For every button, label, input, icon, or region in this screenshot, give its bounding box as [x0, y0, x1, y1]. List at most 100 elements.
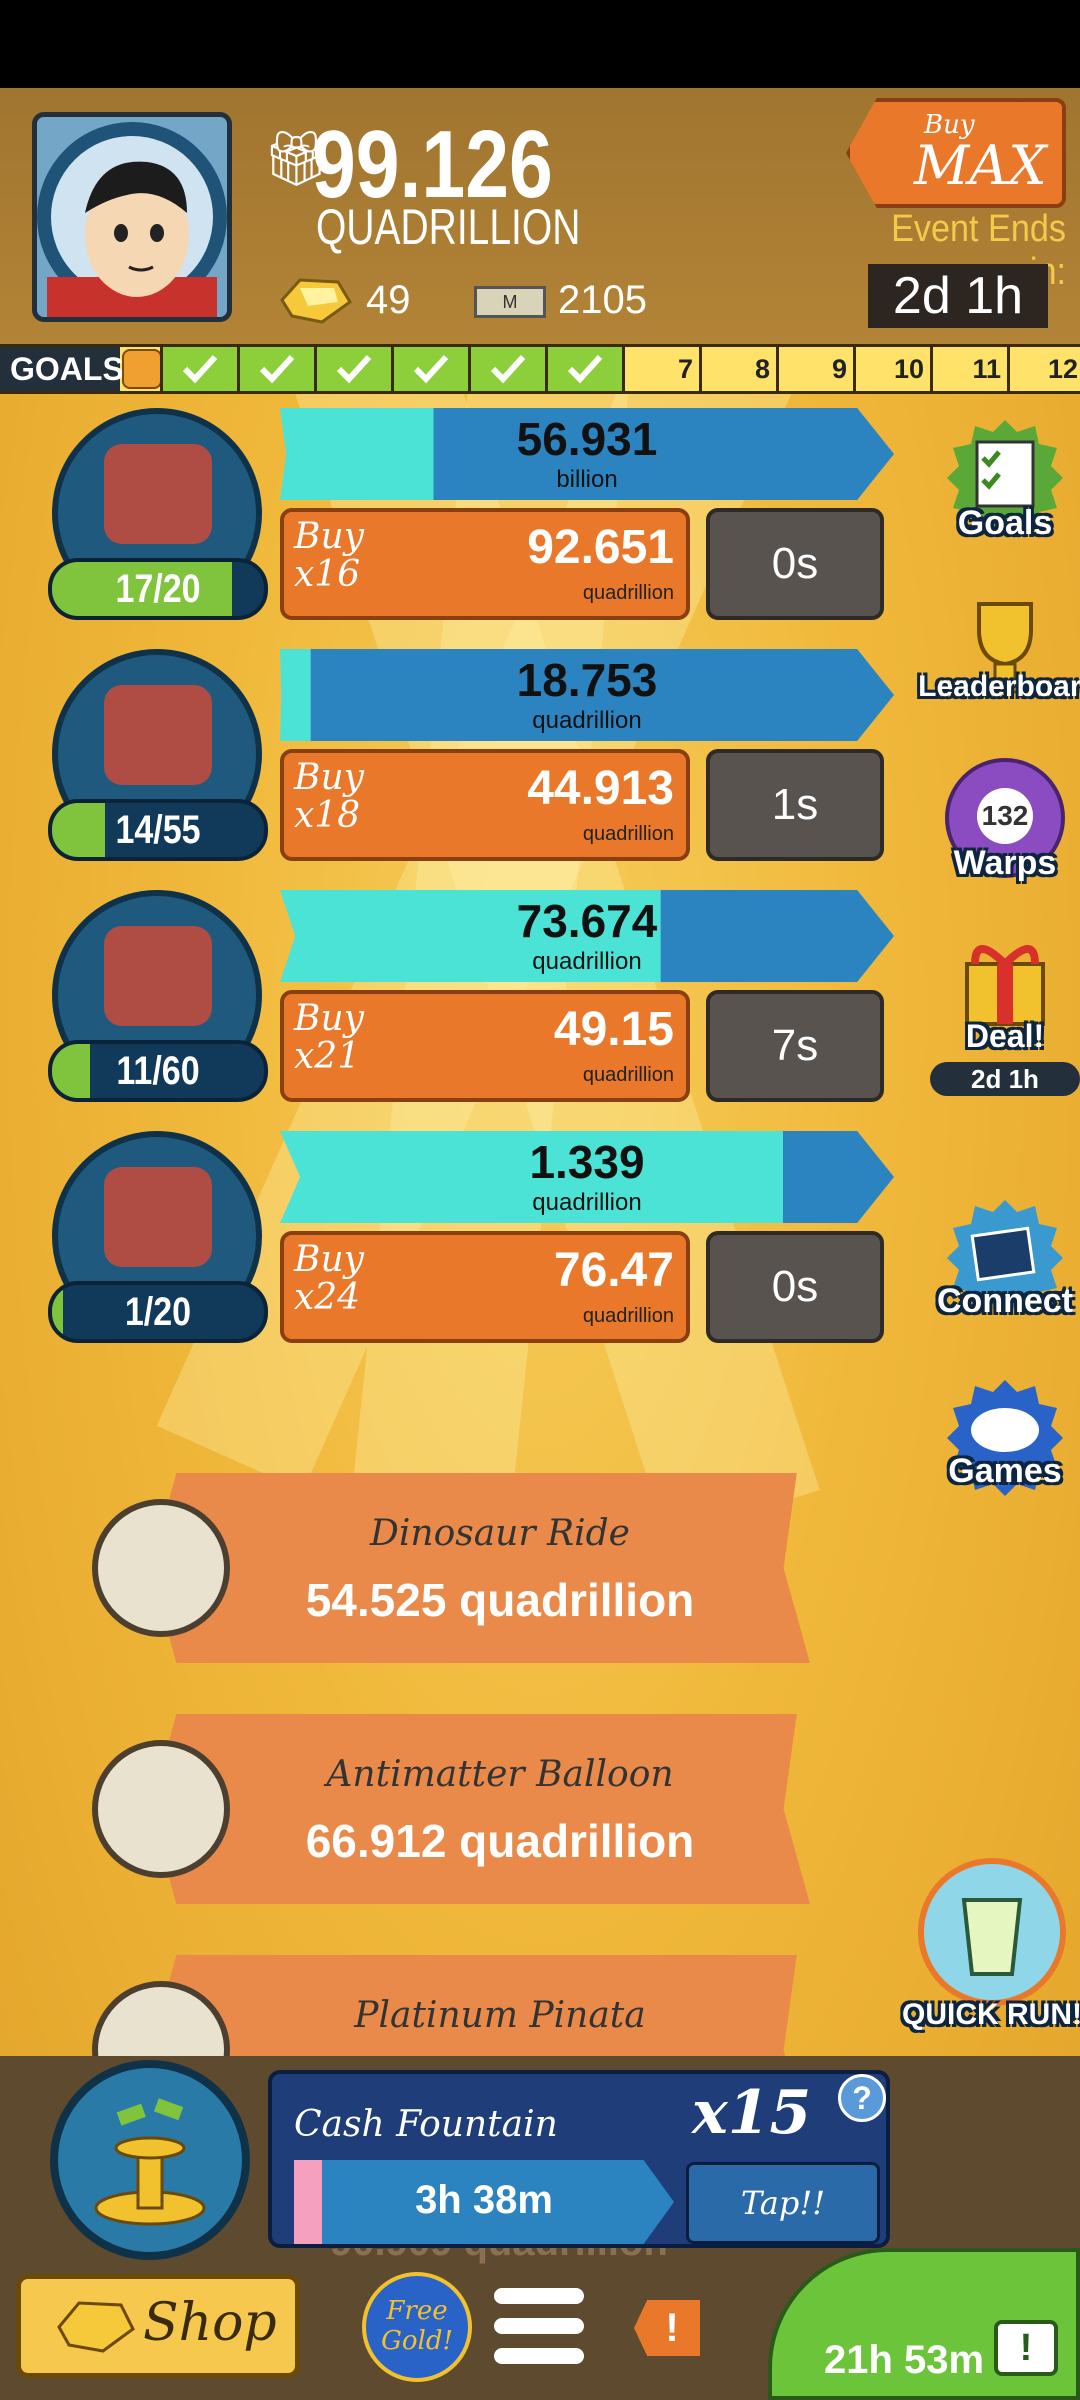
- hotdog-platter-icon: [104, 926, 212, 1026]
- goal-complete-check-icon: [545, 347, 622, 391]
- goals-side-button[interactable]: Goals: [930, 418, 1080, 568]
- business-timer: 0s: [706, 508, 884, 620]
- warps-label: Warps: [953, 844, 1057, 882]
- buy-price: 49.15: [553, 1003, 674, 1056]
- goals-progress-strip[interactable]: GOALS 7 8 9 10 11 12: [0, 344, 1080, 394]
- manager-price: 66.912 quadrillion: [305, 1815, 695, 1867]
- buy-price-unit: quadrillion: [582, 823, 674, 845]
- manager-banner[interactable]: [150, 1714, 810, 1904]
- manager-name: Platinum Pinata: [354, 1995, 646, 2036]
- leaderboard-button[interactable]: Leaderboard: [918, 588, 1080, 738]
- gold-bar-icon: [57, 2301, 135, 2353]
- buy-price-unit: quadrillion: [582, 1305, 674, 1327]
- goals-side-label: Goals: [957, 504, 1053, 542]
- connect-label: Connect: [937, 1282, 1073, 1320]
- buy-business-button[interactable]: Buy x24 76.47 quadrillion: [280, 1231, 690, 1343]
- fountain-multiplier: x15: [692, 2078, 812, 2148]
- goal-number-text: 10: [893, 354, 924, 384]
- games-label: Games: [948, 1452, 1062, 1490]
- business-timer: 7s: [706, 990, 884, 1102]
- goal-number: 9: [776, 347, 853, 391]
- quick-run-icon: [918, 1858, 1066, 2006]
- buy-price: 76.47: [553, 1244, 674, 1297]
- business-owned-count: 11/60: [48, 1040, 268, 1102]
- game-screen: 🎁︎ 99.126 QUADRILLION 49 M 2105 Buy MAX …: [0, 88, 1080, 2400]
- goal-number-text: 8: [754, 354, 770, 384]
- buy-label: Buy: [294, 1239, 364, 1280]
- fountain-card: Cash Fountain x15 ? 3h 38m Tap!!: [268, 2070, 890, 2248]
- shop-button[interactable]: Shop: [16, 2274, 300, 2378]
- revenue-value: 1.339: [529, 1136, 645, 1188]
- business-revenue-bar[interactable]: 73.674 quadrillion: [280, 890, 894, 982]
- buy-price: 92.651: [527, 521, 674, 574]
- manager-name: Dinosaur Ride: [370, 1513, 630, 1554]
- business-revenue-bar[interactable]: 56.931 billion: [280, 408, 894, 500]
- cash-fountain-icon: [94, 2098, 206, 2226]
- owned-count-text: 11/60: [116, 1049, 200, 1093]
- goal-number: 11: [930, 347, 1007, 391]
- goal-number-text: 11: [972, 354, 1001, 384]
- buy-price-unit: quadrillion: [582, 582, 674, 604]
- gift-box-icon: [122, 349, 162, 389]
- revenue-value: 73.674: [516, 895, 658, 947]
- alert-button[interactable]: !: [634, 2300, 700, 2356]
- business-revenue-bar[interactable]: 18.753 quadrillion: [280, 649, 894, 741]
- tap-button[interactable]: Tap!!: [686, 2162, 880, 2244]
- fountain-title: Cash Fountain: [294, 2104, 558, 2145]
- shop-label: Shop: [143, 2293, 277, 2353]
- connect-button[interactable]: Connect: [930, 1198, 1080, 1348]
- menu-hamburger-icon[interactable]: [494, 2288, 584, 2368]
- business-revenue-bar[interactable]: 1.339 quadrillion: [280, 1131, 894, 1223]
- avatar[interactable]: [32, 112, 232, 322]
- buy-mode-big: MAX: [914, 134, 1047, 197]
- money-unit: QUADRILLION: [316, 199, 581, 255]
- quick-run-label: QUICK RUN!: [902, 1998, 1080, 2031]
- buy-max-button[interactable]: Buy MAX: [846, 98, 1066, 208]
- buy-price: 44.913: [527, 762, 674, 815]
- goals-label: GOALS: [10, 351, 124, 387]
- tv-timer: 21h 53m: [824, 2338, 985, 2382]
- revenue-unit: quadrillion: [532, 1189, 642, 1216]
- deal-button[interactable]: Deal! 2d 1h: [930, 928, 1080, 1096]
- goal-complete-check-icon: [160, 347, 237, 391]
- quick-run-button[interactable]: QUICK RUN!: [902, 1858, 1080, 2058]
- business-timer: 1s: [706, 749, 884, 861]
- alert-icon: !: [665, 2306, 679, 2350]
- event-timer: 2d 1h: [868, 264, 1048, 328]
- manager-price: 54.525 quadrillion: [305, 1574, 695, 1626]
- revenue-value: 56.931: [516, 413, 658, 465]
- warps-button[interactable]: 132 Warps: [930, 758, 1080, 908]
- buy-label: Buy: [294, 516, 364, 557]
- fountain-timer-bar: 3h 38m: [294, 2160, 674, 2244]
- gold-count: 49: [366, 278, 411, 322]
- fountain-circle[interactable]: [50, 2060, 250, 2260]
- goal-number: 8: [699, 347, 776, 391]
- games-button[interactable]: Games: [930, 1378, 1080, 1528]
- revenue-unit: quadrillion: [532, 707, 642, 734]
- lemonade-icon: [104, 1167, 212, 1267]
- revenue-unit: billion: [556, 466, 618, 493]
- buy-business-button[interactable]: Buy x18 44.913 quadrillion: [280, 749, 690, 861]
- help-button[interactable]: ?: [838, 2074, 886, 2122]
- goal-number-text: 9: [831, 354, 847, 384]
- business-owned-count: 1/20: [48, 1281, 268, 1343]
- manager-name: Antimatter Balloon: [326, 1754, 674, 1795]
- goal-complete-check-icon: [391, 347, 468, 391]
- music-building-icon: [104, 685, 212, 785]
- buy-business-button[interactable]: Buy x21 49.15 quadrillion: [280, 990, 690, 1102]
- buy-multiplier: x24: [294, 1277, 361, 1318]
- goal-number-text: 12: [1047, 354, 1078, 384]
- tap-label: Tap!!: [740, 2184, 826, 2222]
- manager-banner[interactable]: [150, 1473, 810, 1663]
- deal-timer: 2d 1h: [930, 1062, 1080, 1096]
- free-gold-button[interactable]: Free Gold!: [362, 2272, 472, 2382]
- goal-number: 12: [1007, 347, 1080, 391]
- buy-multiplier: x21: [294, 1036, 361, 1077]
- tv-icon: !: [994, 2320, 1058, 2376]
- goal-complete-check-icon: [468, 347, 545, 391]
- buy-business-button[interactable]: Buy x16 92.651 quadrillion: [280, 508, 690, 620]
- keys-icon: [104, 444, 212, 544]
- goal-complete-check-icon: [314, 347, 391, 391]
- buy-multiplier: x16: [294, 554, 361, 595]
- business-owned-count: 14/55: [48, 799, 268, 861]
